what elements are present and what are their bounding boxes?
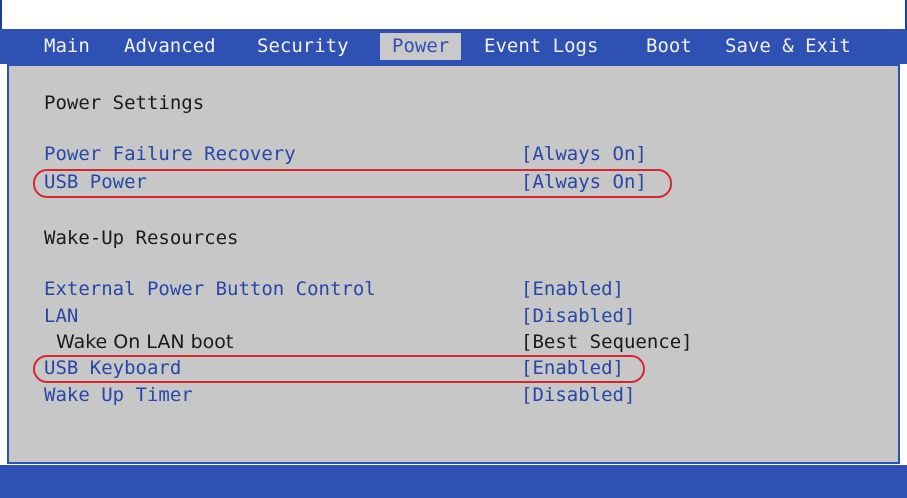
tab-power[interactable]: Power [380, 33, 462, 60]
external-power-button-label[interactable]: External Power Button Control [44, 278, 376, 300]
bottom-bar [0, 465, 907, 498]
wake-up-timer-label[interactable]: Wake Up Timer [44, 384, 193, 406]
usb-power-highlight [33, 169, 672, 198]
tab-event-logs[interactable]: Event Logs [484, 33, 598, 60]
wake-up-timer-value[interactable]: [Disabled] [521, 384, 635, 406]
tab-security[interactable]: Security [257, 33, 349, 60]
tab-boot[interactable]: Boot [646, 33, 692, 60]
power-failure-recovery-value[interactable]: [Always On] [521, 143, 647, 165]
wake-on-lan-boot-value: [Best Sequence] [521, 331, 693, 353]
lan-value[interactable]: [Disabled] [521, 305, 635, 327]
external-power-button-value[interactable]: [Enabled] [521, 278, 624, 300]
wakeup-resources-heading: Wake-Up Resources [44, 227, 239, 249]
tab-main[interactable]: Main [44, 33, 90, 60]
menu-bar: Main Advanced Security Power Event Logs … [0, 29, 907, 64]
power-failure-recovery-label[interactable]: Power Failure Recovery [44, 143, 296, 165]
top-border [0, 0, 907, 29]
lan-label[interactable]: LAN [44, 305, 78, 327]
power-settings-heading: Power Settings [44, 92, 205, 114]
tab-advanced[interactable]: Advanced [124, 33, 216, 60]
wake-on-lan-boot-label: Wake On LAN boot [56, 331, 234, 353]
tab-save-exit[interactable]: Save & Exit [725, 33, 851, 60]
usb-keyboard-highlight [33, 355, 645, 383]
bios-screen: Main Advanced Security Power Event Logs … [0, 0, 907, 498]
